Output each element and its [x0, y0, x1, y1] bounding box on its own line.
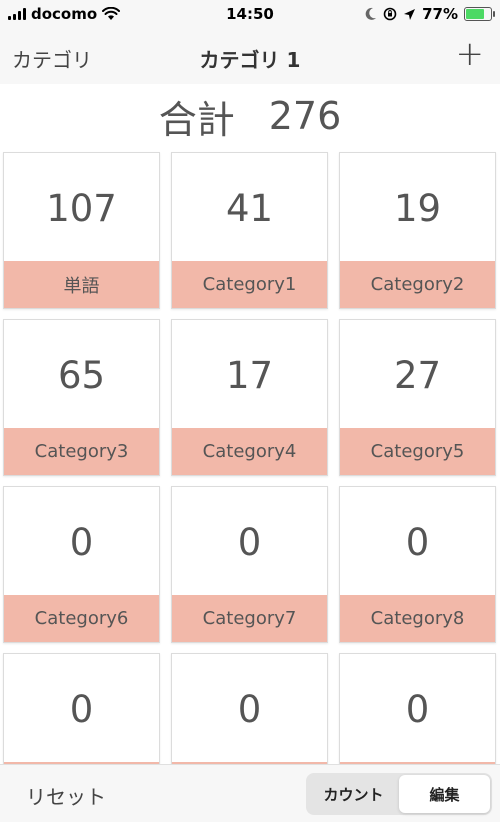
category-card[interactable]: 0 Category7: [171, 486, 328, 643]
category-count: 41: [225, 186, 274, 230]
category-label: Category2: [340, 261, 495, 308]
category-label: Category5: [340, 428, 495, 475]
segment-count[interactable]: カウント: [308, 775, 399, 813]
category-card[interactable]: 107 単語: [3, 152, 160, 309]
category-card[interactable]: 0 Category6: [3, 486, 160, 643]
category-count: 65: [57, 353, 106, 397]
reset-button[interactable]: リセット: [26, 781, 106, 810]
category-card[interactable]: 0: [339, 653, 496, 764]
category-label: Category4: [172, 428, 327, 475]
category-card[interactable]: 27 Category5: [339, 319, 496, 476]
mode-segmented-control: カウント 編集: [306, 773, 492, 815]
category-label: Category1: [172, 261, 327, 308]
category-count: 0: [69, 520, 94, 564]
plus-icon[interactable]: +: [456, 34, 485, 74]
battery-percent: 77%: [422, 5, 458, 23]
status-bar: docomo 14:50 77%: [0, 0, 500, 28]
segment-edit[interactable]: 編集: [399, 775, 490, 813]
category-count: 0: [237, 520, 262, 564]
category-count: 0: [69, 687, 94, 731]
location-arrow-icon: [404, 8, 416, 20]
category-label: Category3: [4, 428, 159, 475]
bottom-toolbar: リセット カウント 編集: [0, 764, 500, 822]
total-summary: 合計 276: [0, 84, 500, 148]
category-count: 0: [405, 520, 430, 564]
main-content: 合計 276 107 単語 41 Category1 19 Category2 65 Cate…: [0, 84, 500, 764]
category-card[interactable]: 0 Category8: [339, 486, 496, 643]
category-count: 107: [46, 186, 117, 230]
category-card[interactable]: 0: [171, 653, 328, 764]
category-count: 0: [237, 687, 262, 731]
category-label: 単語: [4, 261, 159, 308]
category-count: 0: [405, 687, 430, 731]
category-label: Category6: [4, 595, 159, 642]
category-card[interactable]: 65 Category3: [3, 319, 160, 476]
category-card[interactable]: 0: [3, 653, 160, 764]
category-card[interactable]: 17 Category4: [171, 319, 328, 476]
category-card[interactable]: 19 Category2: [339, 152, 496, 309]
category-count: 17: [225, 353, 274, 397]
category-count: 27: [393, 353, 442, 397]
category-count: 19: [393, 186, 442, 230]
total-label: 合計: [158, 97, 235, 142]
category-label: Category7: [172, 595, 327, 642]
total-value: 276: [268, 94, 342, 138]
rotation-lock-icon: [383, 7, 397, 21]
back-button[interactable]: カテゴリ: [12, 44, 92, 73]
battery-charging-icon: [464, 7, 495, 21]
status-right: 77%: [365, 5, 495, 23]
moon-icon: [365, 7, 377, 20]
category-label: Category8: [340, 595, 495, 642]
navigation-bar: カテゴリ カテゴリ 1 +: [0, 28, 500, 84]
category-card[interactable]: 41 Category1: [171, 152, 328, 309]
